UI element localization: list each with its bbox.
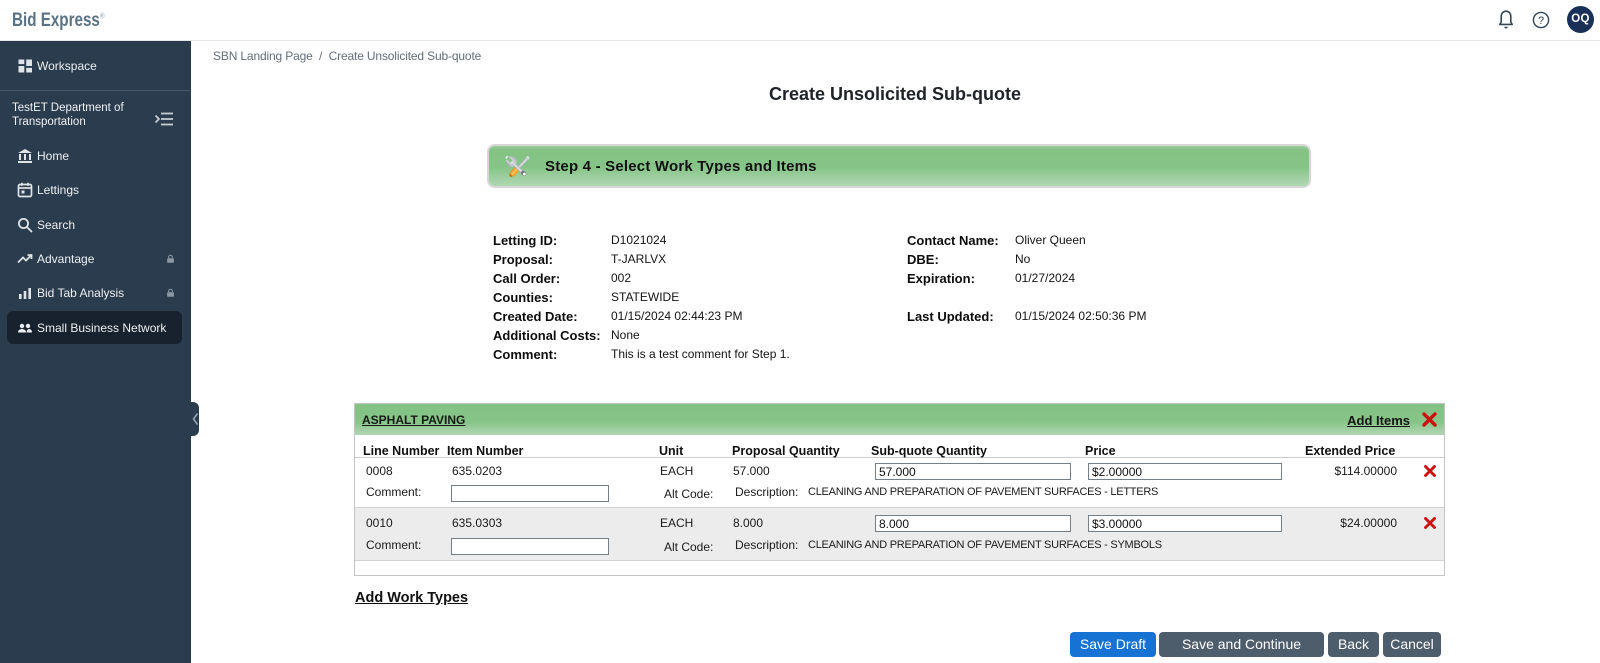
svg-text:?: ? xyxy=(1538,15,1544,27)
